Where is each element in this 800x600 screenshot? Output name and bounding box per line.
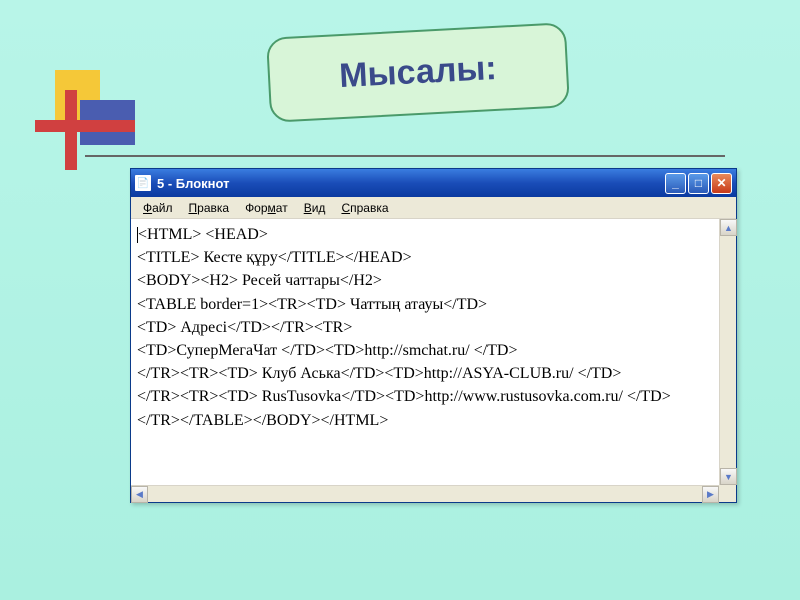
menu-format[interactable]: Формат (237, 199, 296, 217)
titlebar[interactable]: 📄 5 - Блокнот _ □ ✕ (131, 169, 736, 197)
maximize-button[interactable]: □ (688, 173, 709, 194)
menu-edit[interactable]: Правка (181, 199, 238, 217)
code-line: </TR><TR><TD> RusTusovka</TD><TD>http://… (137, 388, 671, 405)
separator (85, 155, 725, 157)
window-controls: _ □ ✕ (665, 173, 732, 194)
code-line: <TD>СуперМегаЧат </TD><TD>http://smchat.… (137, 342, 518, 359)
red-bar-horizontal (35, 120, 135, 132)
scroll-down-icon[interactable]: ▼ (720, 468, 737, 485)
slide-title-box: Мысалы: (266, 22, 570, 123)
minimize-button[interactable]: _ (665, 173, 686, 194)
scroll-right-icon[interactable]: ▶ (702, 486, 719, 503)
code-line: </TR><TR><TD> Клуб Аська</TD><TD>http://… (137, 365, 621, 382)
code-line: <BODY><H2> Ресей чаттары</H2> (137, 272, 382, 289)
notepad-icon: 📄 (135, 175, 151, 191)
scroll-corner (719, 485, 736, 502)
notepad-window: 📄 5 - Блокнот _ □ ✕ Файл Правка Формат В… (130, 168, 737, 503)
close-button[interactable]: ✕ (711, 173, 732, 194)
code-line: <TD> Адресі</TD></TR><TR> (137, 319, 352, 336)
red-bar-vertical (65, 90, 77, 170)
code-line: <TABLE border=1><TR><TD> Чаттың атауы</T… (137, 296, 487, 313)
window-title: 5 - Блокнот (157, 176, 665, 191)
menu-file[interactable]: Файл (135, 199, 181, 217)
vertical-scrollbar[interactable]: ▲ ▼ (719, 219, 736, 485)
scroll-left-icon[interactable]: ◀ (131, 486, 148, 503)
menu-view[interactable]: Вид (296, 199, 334, 217)
editor-area: <HTML> <HEAD> <TITLE> Кесте құру</TITLE>… (131, 219, 736, 502)
menubar: Файл Правка Формат Вид Справка (131, 197, 736, 219)
code-line: <HTML> <HEAD> (137, 226, 268, 243)
text-editor[interactable]: <HTML> <HEAD> <TITLE> Кесте құру</TITLE>… (131, 219, 719, 485)
code-line: <TITLE> Кесте құру</TITLE></HEAD> (137, 249, 412, 266)
menu-help[interactable]: Справка (333, 199, 396, 217)
scroll-up-icon[interactable]: ▲ (720, 219, 737, 236)
code-line: </TR></TABLE></BODY></HTML> (137, 412, 388, 429)
horizontal-scrollbar[interactable]: ◀ ▶ (131, 485, 719, 502)
slide-title: Мысалы: (338, 49, 497, 96)
